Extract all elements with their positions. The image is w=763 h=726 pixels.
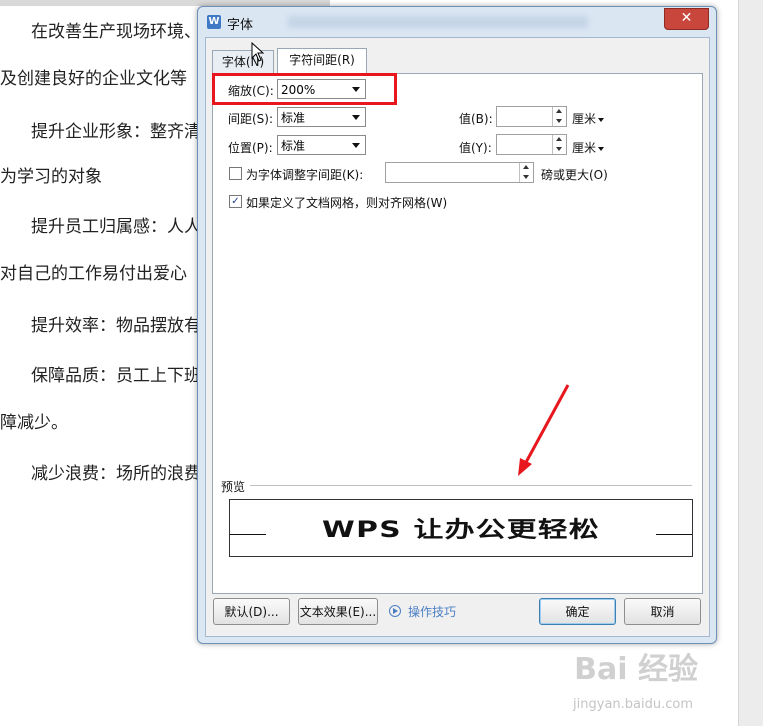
snap-grid-checkbox[interactable]: ✓ xyxy=(229,195,242,208)
position-unit: 厘米 xyxy=(572,141,597,155)
position-value-input[interactable] xyxy=(496,134,567,155)
kerning-suffix: 磅或更大(O) xyxy=(541,168,608,182)
spin-down-icon[interactable] xyxy=(556,119,562,123)
spacing-unit: 厘米 xyxy=(572,112,597,126)
preview-divider xyxy=(250,485,692,486)
position-value: 标准 xyxy=(281,139,306,153)
red-annotation-box xyxy=(212,73,397,105)
kerning-value-input[interactable] xyxy=(385,162,534,183)
spacing-select[interactable]: 标准 xyxy=(277,107,366,127)
mouse-cursor-icon xyxy=(251,42,265,62)
spin-buttons[interactable] xyxy=(552,107,566,126)
dialog-titlebar[interactable]: W 字体 ✕ xyxy=(198,7,716,37)
tips-link[interactable]: 操作技巧 xyxy=(408,603,456,620)
doc-paragraph: 保障品质：员工上下班 xyxy=(31,366,201,386)
dialog-title: 字体 xyxy=(227,18,254,33)
wps-writer-icon: W xyxy=(207,15,221,29)
spacing-value: 标准 xyxy=(281,111,306,125)
caret-down-icon xyxy=(598,146,605,151)
preview-text: WPS 让办公更轻松 xyxy=(322,518,600,543)
doc-paragraph: 对自己的工作易付出爱心 xyxy=(0,264,187,284)
preview-box: WPS 让办公更轻松 xyxy=(229,499,693,557)
doc-paragraph: 及创建良好的企业文化等 xyxy=(0,69,187,89)
position-value-label: 值(Y): xyxy=(459,141,492,155)
blurred-background-text xyxy=(288,16,588,28)
cancel-button[interactable]: 取消 xyxy=(624,598,701,625)
doc-paragraph: 在改善生产现场环境、 xyxy=(31,22,201,42)
spacing-value-label: 值(B): xyxy=(459,112,493,126)
spin-down-icon[interactable] xyxy=(523,175,529,179)
baidu-watermark-url: jingyan.baidu.com xyxy=(573,697,693,712)
baidu-watermark: Bai 经验 xyxy=(574,652,698,687)
caret-down-icon xyxy=(598,117,605,122)
doc-paragraph: 减少浪费：场所的浪费 xyxy=(31,464,201,484)
doc-paragraph: 提升效率：物品摆放有 xyxy=(31,316,201,336)
spin-up-icon[interactable] xyxy=(556,109,562,113)
kerning-label: 为字体调整字间距(K): xyxy=(246,168,364,182)
spin-buttons[interactable] xyxy=(552,135,566,154)
position-unit-select[interactable]: 厘米 xyxy=(572,139,605,156)
doc-paragraph: 障减少。 xyxy=(0,413,68,433)
doc-paragraph: 提升员工归属感：人人 xyxy=(31,217,201,237)
spin-up-icon[interactable] xyxy=(523,165,529,169)
preview-label: 预览 xyxy=(221,480,246,494)
red-annotation-arrow xyxy=(518,384,570,476)
spin-up-icon[interactable] xyxy=(556,137,562,141)
close-button[interactable]: ✕ xyxy=(664,8,709,30)
play-circle-icon[interactable] xyxy=(389,605,401,617)
spin-buttons[interactable] xyxy=(519,163,533,182)
snap-grid-label: 如果定义了文档网格，则对齐网格(W) xyxy=(246,196,448,210)
default-button[interactable]: 默认(D)... xyxy=(213,598,290,625)
ok-button[interactable]: 确定 xyxy=(539,598,616,625)
document-scroll-edge xyxy=(738,0,763,726)
tab-character-spacing[interactable]: 字符间距(R) xyxy=(277,48,367,74)
spacing-unit-select[interactable]: 厘米 xyxy=(572,110,605,127)
spin-down-icon[interactable] xyxy=(556,147,562,151)
spacing-label: 间距(S): xyxy=(228,112,274,126)
kerning-checkbox[interactable] xyxy=(229,167,242,180)
position-select[interactable]: 标准 xyxy=(277,135,366,155)
doc-paragraph: 提升企业形象：整齐清 xyxy=(31,122,201,142)
doc-paragraph: 为学习的对象 xyxy=(0,167,102,187)
spacing-value-input[interactable] xyxy=(496,106,567,127)
position-label: 位置(P): xyxy=(228,141,273,155)
chevron-down-icon xyxy=(352,115,360,120)
preview-baseline-right xyxy=(656,534,692,535)
text-effect-button[interactable]: 文本效果(E)... xyxy=(298,598,378,625)
chevron-down-icon xyxy=(352,143,360,148)
